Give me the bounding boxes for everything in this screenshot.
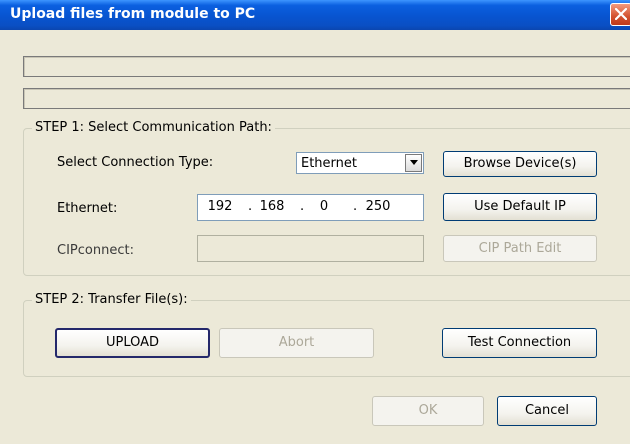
ip-separator: . [248,199,253,214]
cipconnect-field[interactable] [197,235,424,262]
close-icon [615,8,627,20]
upload-button[interactable]: UPLOAD [55,328,210,358]
ip-address-field[interactable]: 192 . 168 . 0 . 250 [197,194,424,221]
close-button[interactable] [610,3,630,26]
cancel-button[interactable]: Cancel [497,396,597,426]
connection-type-label: Select Connection Type: [57,155,214,170]
cip-path-edit-label: CIP Path Edit [478,241,562,256]
abort-label: Abort [278,335,315,350]
step2-legend: STEP 2: Transfer File(s): [32,292,191,307]
dropdown-arrow-button[interactable] [405,154,422,172]
test-connection-label: Test Connection [467,335,572,350]
ip-octet-2[interactable]: 168 [254,199,290,214]
ip-separator: . [353,199,358,214]
step1-legend: STEP 1: Select Communication Path: [32,120,275,135]
use-default-ip-button[interactable]: Use Default IP [443,193,597,221]
abort-button[interactable]: Abort [219,328,374,358]
cancel-label: Cancel [524,403,570,418]
connection-type-select[interactable]: Ethernet [296,152,424,174]
progress-bar-secondary [23,88,630,109]
ethernet-label: Ethernet: [57,201,118,216]
test-connection-button[interactable]: Test Connection [442,328,597,358]
ip-octet-4[interactable]: 250 [360,199,396,214]
progress-bar-primary [23,56,630,77]
title-bar[interactable]: Upload files from module to PC [0,0,630,30]
connection-type-value: Ethernet [301,156,357,171]
upload-dialog: Upload files from module to PC STEP 1: S… [0,0,630,444]
chevron-down-icon [410,160,418,165]
upload-label: UPLOAD [105,335,160,350]
ip-separator: . [300,199,305,214]
ip-octet-3[interactable]: 0 [306,199,342,214]
window-title: Upload files from module to PC [10,6,256,22]
ok-button[interactable]: OK [372,396,484,426]
use-default-ip-label: Use Default IP [474,199,566,214]
browse-devices-button[interactable]: Browse Device(s) [443,151,597,177]
cipconnect-label: CIPconnect: [57,243,134,258]
cip-path-edit-button[interactable]: CIP Path Edit [443,235,597,262]
ip-octet-1[interactable]: 192 [202,199,238,214]
ok-label: OK [418,403,438,418]
browse-devices-label: Browse Device(s) [463,156,577,171]
